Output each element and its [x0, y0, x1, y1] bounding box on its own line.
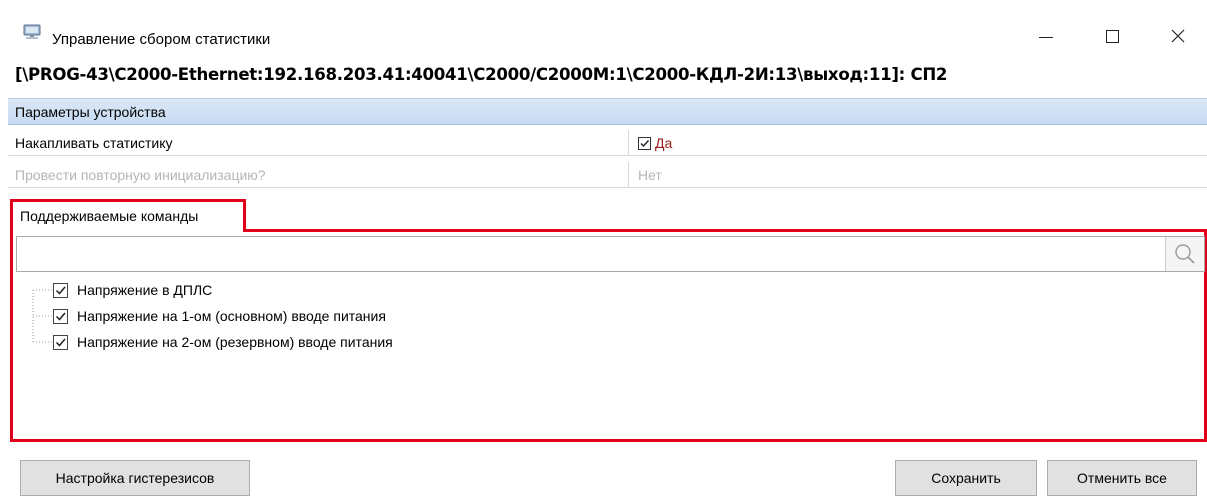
device-parameters-header: Параметры устройства [8, 98, 1207, 125]
checkmark-icon [640, 139, 650, 147]
command-label: Напряжение в ДПЛС [77, 282, 213, 298]
column-divider [628, 130, 629, 156]
save-button[interactable]: Сохранить [895, 460, 1037, 496]
accumulate-checkbox[interactable] [638, 136, 651, 150]
tab-label: Поддерживаемые команды [20, 208, 199, 224]
command-label: Напряжение на 1-ом (основном) вводе пита… [77, 308, 386, 324]
search-button[interactable] [1165, 237, 1204, 271]
property-name: Накапливать статистику [15, 135, 173, 151]
close-button[interactable] [1155, 20, 1201, 52]
close-icon [1171, 29, 1185, 43]
maximize-icon [1105, 29, 1119, 43]
property-name: Провести повторную инициализацию? [15, 167, 266, 183]
search-icon [1175, 244, 1195, 264]
column-divider [628, 162, 629, 188]
window-title: Управление сбором статистики [52, 31, 271, 48]
tree-item-main-power-voltage[interactable]: Напряжение на 1-ом (основном) вводе пита… [53, 306, 386, 326]
tree-item-reserve-power-voltage[interactable]: Напряжение на 2-ом (резервном) вводе пит… [53, 332, 393, 352]
property-row-accumulate[interactable]: Накапливать статистику Да [8, 130, 1207, 156]
checkmark-icon [55, 312, 66, 321]
command-checkbox[interactable] [53, 334, 68, 350]
maximize-button[interactable] [1089, 20, 1135, 52]
property-value: Да [655, 135, 673, 151]
supported-commands-panel: Напряжение в ДПЛС Напряжение на 1-ом (ос… [10, 229, 1207, 442]
statistics-monitor-icon [23, 24, 41, 39]
device-path: [\PROG-43\C2000-Ethernet:192.168.203.41:… [15, 65, 948, 84]
property-row-reinitialize: Провести повторную инициализацию? Нет [8, 162, 1207, 188]
tab-supported-commands[interactable]: Поддерживаемые команды [10, 199, 246, 232]
minimize-icon [1039, 36, 1053, 38]
checkmark-icon [55, 338, 66, 347]
hysteresis-settings-button[interactable]: Настройка гистерезисов [20, 460, 250, 496]
title-bar: Управление сбором статистики [0, 0, 1207, 52]
cancel-all-button[interactable]: Отменить все [1047, 460, 1197, 496]
command-checkbox[interactable] [53, 308, 68, 324]
accumulate-statistics-value[interactable]: Да [638, 134, 672, 152]
minimize-button[interactable] [1023, 20, 1069, 52]
tree-item-dpls-voltage[interactable]: Напряжение в ДПЛС [53, 280, 212, 300]
command-label: Напряжение на 2-ом (резервном) вводе пит… [77, 334, 393, 350]
tree-connector-lines [32, 289, 52, 343]
command-checkbox[interactable] [53, 282, 68, 298]
reinitialize-value: Нет [638, 166, 662, 184]
command-search-input[interactable] [16, 236, 1205, 272]
section-title: Параметры устройства [15, 104, 166, 120]
property-value: Нет [638, 167, 662, 183]
checkmark-icon [55, 286, 66, 295]
